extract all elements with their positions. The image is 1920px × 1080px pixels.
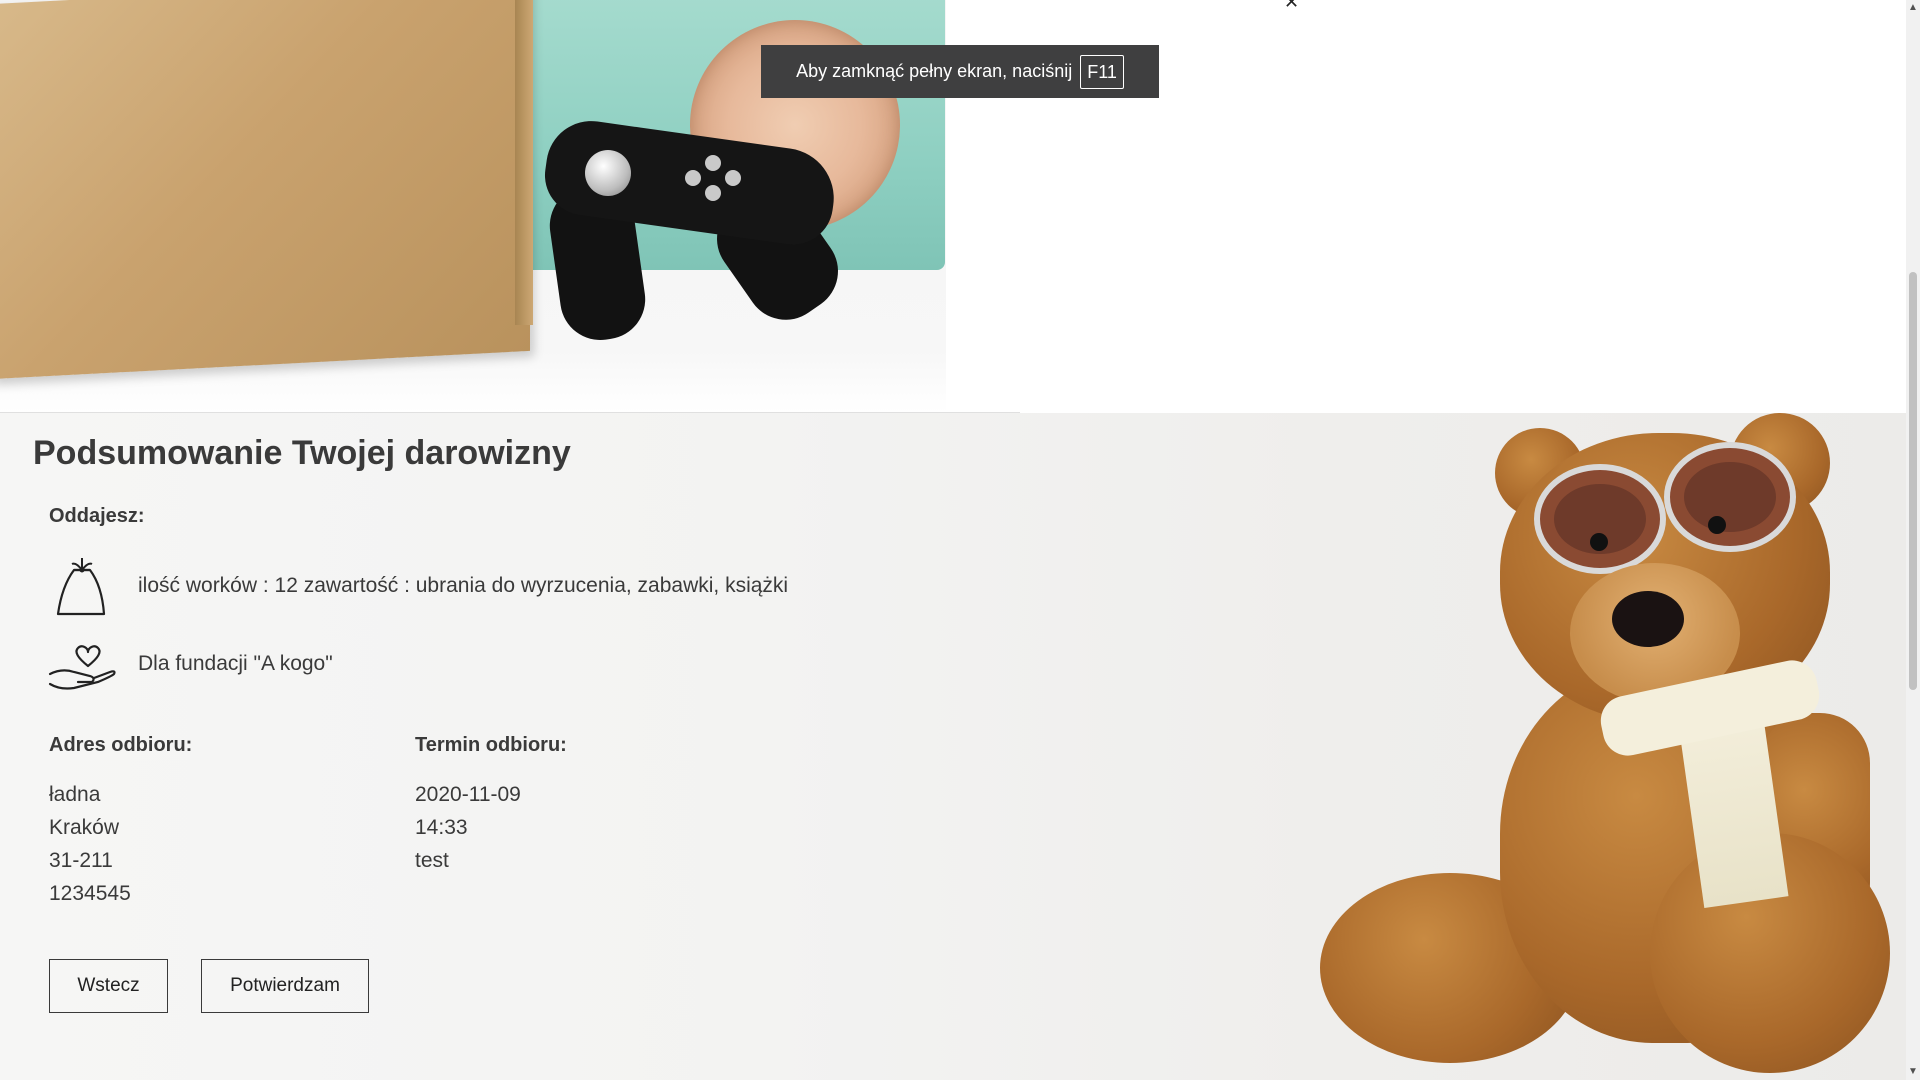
address-postcode: 31-211 — [49, 849, 113, 872]
fullscreen-notice: Aby zamknąć pełny ekran, naciśnij F11 — [761, 45, 1159, 98]
pickup-note: test — [415, 849, 449, 872]
page-scrollbar[interactable]: ▲ ▼ — [1906, 0, 1920, 1080]
items-summary: ilość worków : 12 zawartość : ubrania do… — [138, 574, 789, 597]
bear-eye-right — [1708, 516, 1726, 534]
scroll-down-icon[interactable]: ▼ — [1908, 1066, 1918, 1077]
teddy-bear-image — [1290, 413, 1906, 1080]
section-divider — [0, 412, 1020, 413]
pickup-date: 2020-11-09 — [415, 783, 521, 806]
giving-label: Oddajesz: — [49, 505, 145, 527]
mouse-cursor-icon: ✕ — [1284, 0, 1300, 12]
scroll-up-icon[interactable]: ▲ — [1908, 2, 1918, 13]
heart-hand-icon — [48, 645, 116, 690]
goggle-left — [1540, 470, 1660, 568]
gamepad-button — [705, 155, 721, 171]
confirm-button[interactable]: Potwierdzam — [201, 959, 369, 1013]
address-phone: 1234545 — [49, 882, 131, 905]
address-list: ładna Kraków 31-211 1234545 — [49, 778, 131, 910]
fullscreen-notice-text: Aby zamknąć pełny ekran, naciśnij — [796, 61, 1073, 81]
page-title: Podsumowanie Twojej darowizny — [33, 434, 571, 472]
back-button[interactable]: Wstecz — [49, 959, 168, 1013]
gamepad-button — [705, 185, 721, 201]
bear-nose — [1612, 591, 1684, 647]
scrollbar-thumb[interactable] — [1909, 272, 1917, 690]
gamepad-button — [725, 170, 741, 186]
address-city: Kraków — [49, 816, 120, 839]
goggle-right — [1670, 448, 1790, 546]
gamepad-illustration — [539, 115, 854, 346]
bear-goggles — [1520, 448, 1820, 568]
cardboard-box-edge — [515, 0, 533, 325]
f11-key-badge: F11 — [1080, 54, 1124, 89]
gamepad-stick — [585, 150, 631, 196]
gamepad-button — [685, 170, 701, 186]
address-label: Adres odbioru: — [49, 734, 193, 756]
bag-icon — [56, 558, 106, 616]
foundation-line: Dla fundacji "A kogo" — [138, 652, 333, 675]
bear-eye-left — [1590, 533, 1608, 551]
address-street: ładna — [49, 783, 101, 806]
pickup-label: Termin odbioru: — [415, 734, 567, 756]
cardboard-box — [0, 0, 530, 380]
pickup-list: 2020-11-09 14:33 test — [415, 778, 521, 877]
pickup-time: 14:33 — [415, 816, 468, 839]
